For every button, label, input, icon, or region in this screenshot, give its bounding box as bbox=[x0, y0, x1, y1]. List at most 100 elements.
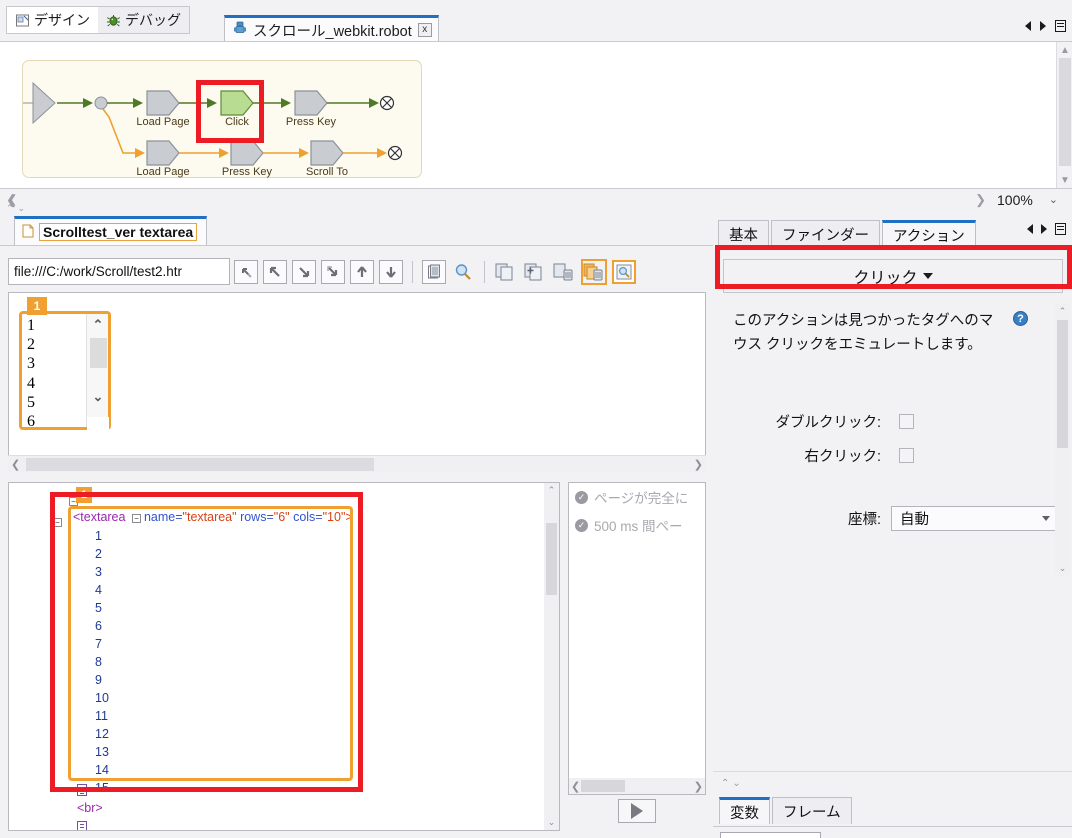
field-row-coordinates: 座標: 自動 bbox=[733, 506, 1063, 531]
delete-all-pages-icon[interactable] bbox=[581, 258, 607, 285]
perspective-switcher: デザイン デバッグ bbox=[6, 6, 190, 34]
tab-menu-icon[interactable] bbox=[1055, 20, 1066, 32]
zoom-bar: ❮ ❯ 100% ⌄ bbox=[0, 189, 1072, 211]
scroll-up-icon[interactable]: ▲ bbox=[1057, 42, 1072, 58]
scrollbar-corner bbox=[87, 417, 109, 437]
next-tab-icon[interactable] bbox=[1041, 224, 1047, 234]
preview-line: 2 bbox=[27, 336, 35, 354]
scrollbar-thumb[interactable] bbox=[1057, 320, 1068, 448]
design-icon bbox=[15, 13, 30, 28]
condition-row[interactable]: ✓ 500 ms 間ペー bbox=[569, 511, 705, 539]
preview-toolbar bbox=[234, 258, 636, 285]
copy-page-icon[interactable] bbox=[494, 260, 518, 284]
flow-diagram-canvas[interactable]: Load Page Click Press Key Load Page Pres… bbox=[0, 42, 1056, 188]
scrollbar-thumb[interactable] bbox=[581, 780, 625, 792]
action-description: このアクションは見つかったタグへのマウス クリックをエミュレートします。 bbox=[733, 313, 994, 353]
node-label-press-key-1: Press Key bbox=[285, 116, 337, 128]
perspective-design[interactable]: デザイン bbox=[7, 7, 98, 33]
double-click-checkbox[interactable] bbox=[899, 414, 914, 429]
source-vertical-scrollbar[interactable]: ⌃ ⌄ bbox=[544, 483, 559, 830]
inspect-icon[interactable] bbox=[612, 259, 636, 284]
tab-finder[interactable]: ファインダー bbox=[771, 220, 880, 247]
tab-frames-label: フレーム bbox=[783, 804, 841, 821]
next-tab-icon[interactable] bbox=[1040, 21, 1046, 31]
select-arrow-up-left-icon[interactable] bbox=[234, 259, 258, 284]
scroll-up-icon[interactable]: ⌃ bbox=[1055, 304, 1070, 319]
right-pane-nav bbox=[1027, 223, 1066, 235]
condition-row[interactable]: ✓ ページが完全に bbox=[569, 483, 705, 511]
bottom-tab-divider bbox=[713, 826, 1072, 827]
add-page-icon[interactable] bbox=[523, 260, 547, 284]
node-label-press-key-2: Press Key bbox=[221, 166, 273, 178]
zoom-level-select[interactable]: 100% ⌄ bbox=[990, 190, 1062, 209]
preview-element-badge: 1 bbox=[27, 297, 47, 315]
diagram-vertical-scrollbar[interactable]: ▲ ▼ bbox=[1056, 42, 1072, 188]
scroll-up-icon[interactable]: ⌃ bbox=[87, 314, 109, 336]
arrow-up-left-icon[interactable] bbox=[263, 259, 287, 284]
browser-preview-hscrollbar[interactable]: ❮ ❯ bbox=[8, 455, 706, 472]
action-panel-scrollbar[interactable]: ⌃ ⌄ bbox=[1055, 304, 1070, 576]
scroll-up-icon[interactable]: ⌃ bbox=[544, 483, 559, 498]
coordinates-label: 座標: bbox=[847, 512, 881, 528]
scroll-left-icon[interactable]: ❮ bbox=[571, 780, 580, 793]
scroll-down-icon[interactable]: ⌄ bbox=[1055, 561, 1070, 576]
scroll-down-icon[interactable]: ⌄ bbox=[87, 386, 109, 408]
scroll-right-icon[interactable]: ❯ bbox=[694, 780, 703, 793]
pane-expand-icons[interactable]: ⌃⌄ bbox=[6, 203, 29, 214]
chevron-down-icon: ⌄ bbox=[1048, 194, 1058, 206]
zoom-next-icon[interactable]: ❯ bbox=[975, 192, 986, 208]
browser-preview[interactable]: 1 1 2 3 4 5 6 ⌃ ⌄ bbox=[8, 292, 706, 472]
scroll-left-icon[interactable]: ❮ bbox=[11, 458, 20, 471]
scrollbar-thumb[interactable] bbox=[26, 458, 374, 471]
right-click-checkbox[interactable] bbox=[899, 448, 914, 463]
source-doc-icon-2 bbox=[77, 821, 87, 830]
text-node-icon bbox=[77, 784, 87, 796]
bottom-pane-expand-icons[interactable]: ⌃⌄ bbox=[721, 778, 744, 789]
tab-action[interactable]: アクション bbox=[882, 220, 976, 247]
scrollbar-thumb[interactable] bbox=[546, 523, 557, 595]
toolbar-divider-2 bbox=[484, 260, 485, 283]
field-row-right-click: 右クリック: bbox=[733, 445, 1023, 466]
arrow-up-icon[interactable] bbox=[350, 259, 374, 284]
source-tree-toggle-child[interactable]: − bbox=[53, 514, 62, 528]
tab-variables[interactable]: 変数 bbox=[719, 797, 770, 824]
condition-label: 500 ms 間ペー bbox=[594, 519, 683, 534]
preview-textarea[interactable]: 1 2 3 4 5 6 ⌃ ⌄ bbox=[19, 311, 111, 437]
arrow-down-icon[interactable] bbox=[379, 259, 403, 284]
scroll-right-icon[interactable]: ❯ bbox=[694, 458, 703, 471]
close-icon[interactable]: x bbox=[417, 23, 432, 37]
conditions-panel[interactable]: ✓ ページが完全に ✓ 500 ms 間ペー ❮ ❯ bbox=[568, 482, 706, 795]
conditions-hscrollbar[interactable]: ❮ ❯ bbox=[569, 778, 705, 794]
preview-line: 3 bbox=[27, 355, 35, 373]
tab-basic[interactable]: 基本 bbox=[718, 220, 769, 247]
delete-page-icon[interactable] bbox=[552, 260, 576, 284]
scrollbar-thumb[interactable] bbox=[90, 338, 107, 368]
arrow-down-right-alt-icon[interactable] bbox=[321, 259, 345, 284]
run-button[interactable] bbox=[618, 799, 656, 823]
magnifier-icon[interactable] bbox=[451, 260, 475, 284]
prev-tab-icon[interactable] bbox=[1027, 224, 1033, 234]
scrollbar-thumb[interactable] bbox=[1059, 58, 1071, 166]
document-tab[interactable]: スクロール_webkit.robot x bbox=[224, 15, 439, 42]
scroll-down-icon[interactable]: ⌄ bbox=[544, 815, 559, 830]
preview-textarea-scrollbar[interactable]: ⌃ ⌄ bbox=[86, 314, 109, 437]
url-field[interactable]: file:///C:/work/Scroll/test2.htr bbox=[8, 258, 230, 285]
double-click-label: ダブルクリック: bbox=[775, 415, 881, 431]
scroll-down-icon[interactable]: ▼ bbox=[1057, 172, 1072, 188]
tab-menu-icon[interactable] bbox=[1055, 223, 1066, 235]
action-type-select[interactable]: クリック bbox=[723, 259, 1063, 293]
play-icon bbox=[631, 803, 643, 819]
document-icon[interactable] bbox=[422, 259, 446, 284]
help-icon[interactable]: ? bbox=[1013, 311, 1028, 326]
variables-list[interactable] bbox=[720, 832, 821, 838]
chevron-down-icon bbox=[922, 273, 933, 279]
prev-tab-icon[interactable] bbox=[1025, 21, 1031, 31]
coordinates-select[interactable]: 自動 bbox=[891, 506, 1057, 531]
perspective-debug-label: デバッグ bbox=[125, 12, 181, 28]
collapse-icon[interactable]: − bbox=[53, 518, 62, 527]
perspective-debug[interactable]: デバッグ bbox=[98, 7, 189, 33]
tab-frames[interactable]: フレーム bbox=[772, 797, 852, 824]
top-nav-controls bbox=[1025, 20, 1066, 32]
page-tab[interactable]: Scrolltest_ver textarea bbox=[14, 216, 208, 245]
arrow-down-right-icon[interactable] bbox=[292, 259, 316, 284]
